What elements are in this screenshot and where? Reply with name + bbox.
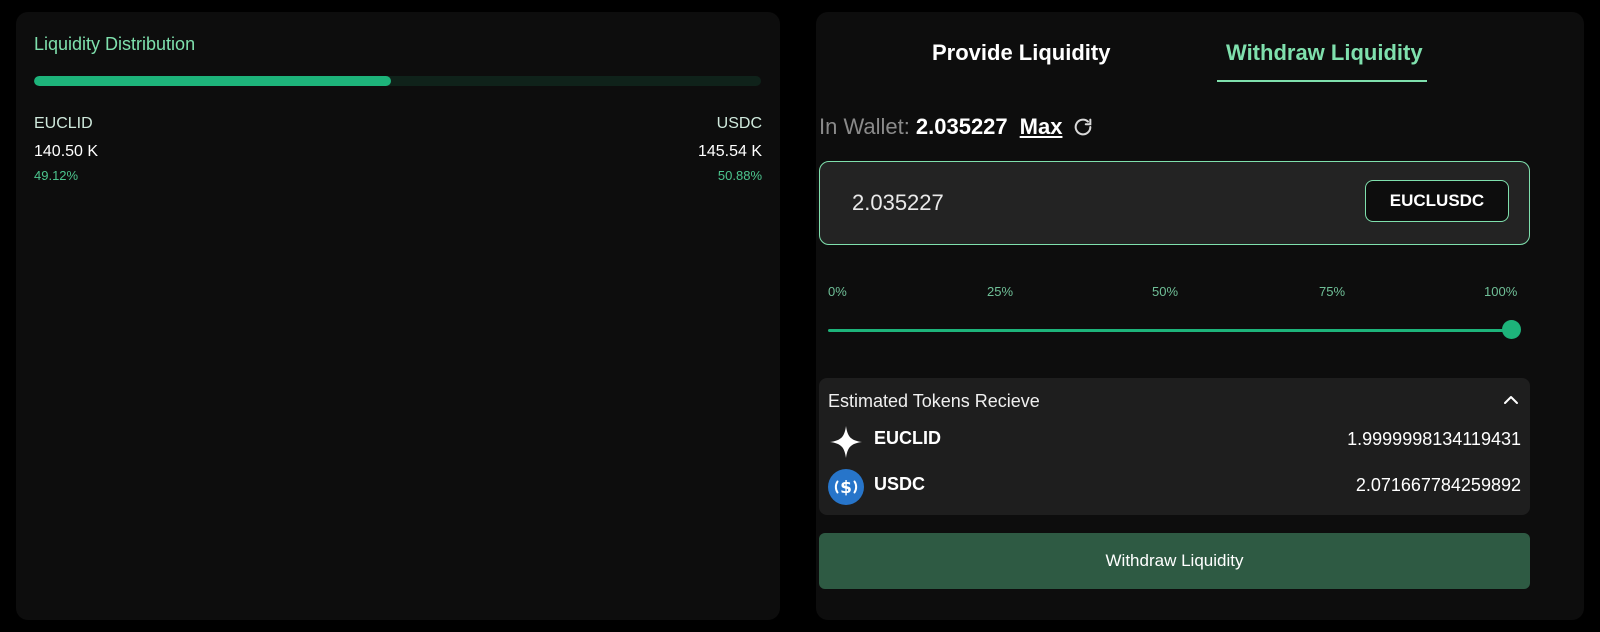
distribution-title: Liquidity Distribution bbox=[34, 34, 196, 54]
sparkle-icon bbox=[828, 424, 864, 460]
chevron-up-icon[interactable] bbox=[1501, 390, 1521, 410]
estimated-tokens-section: Estimated Tokens Recieve EUCLID 1.999999… bbox=[819, 378, 1530, 515]
left-token-percent: 49.12% bbox=[34, 168, 79, 183]
max-button[interactable]: Max bbox=[1020, 114, 1063, 140]
wallet-balance-row: In Wallet: 2.035227 Max bbox=[819, 112, 1094, 142]
percent-slider-handle[interactable] bbox=[1502, 320, 1521, 339]
slider-tick-100[interactable]: 100% bbox=[1484, 284, 1517, 299]
liquidity-action-panel: Provide Liquidity Withdraw Liquidity In … bbox=[816, 12, 1584, 620]
distribution-bar bbox=[34, 76, 761, 86]
wallet-balance-value: 2.035227 bbox=[915, 114, 1008, 139]
active-tab-indicator bbox=[1217, 80, 1427, 82]
lp-token-selector-button[interactable]: EUCLUSDC bbox=[1365, 180, 1509, 222]
estimated-tokens-title: Estimated Tokens Recieve bbox=[828, 391, 1040, 411]
estimate-token-usdc: USDC bbox=[874, 474, 926, 494]
left-token-amount: 140.50 K bbox=[34, 143, 99, 160]
svg-text:$: $ bbox=[840, 478, 852, 498]
distribution-bar-fill bbox=[34, 76, 392, 86]
withdraw-liquidity-button[interactable]: Withdraw Liquidity bbox=[819, 533, 1530, 589]
withdraw-amount-box: EUCLUSDC bbox=[819, 161, 1530, 245]
slider-tick-0[interactable]: 0% bbox=[828, 284, 847, 299]
usdc-icon: $ bbox=[828, 469, 864, 505]
tab-provide-liquidity[interactable]: Provide Liquidity bbox=[932, 40, 1110, 66]
slider-tick-75[interactable]: 75% bbox=[1319, 284, 1345, 299]
right-token-amount: 145.54 K bbox=[697, 143, 762, 160]
slider-tick-50[interactable]: 50% bbox=[1152, 284, 1178, 299]
refresh-icon[interactable] bbox=[1072, 116, 1094, 138]
withdraw-amount-input[interactable] bbox=[850, 184, 1314, 222]
estimate-token-euclid: EUCLID bbox=[874, 428, 941, 448]
right-token-label: USDC bbox=[716, 115, 762, 132]
slider-tick-25[interactable]: 25% bbox=[987, 284, 1013, 299]
tab-withdraw-liquidity[interactable]: Withdraw Liquidity bbox=[1226, 40, 1423, 66]
percent-slider-track[interactable] bbox=[828, 329, 1512, 332]
estimate-value-usdc: 2.071667784259892 bbox=[1355, 475, 1521, 495]
wallet-label: In Wallet: bbox=[819, 114, 910, 139]
estimate-value-euclid: 1.9999998134119431 bbox=[1347, 429, 1521, 449]
left-token-label: EUCLID bbox=[34, 115, 93, 132]
right-token-percent: 50.88% bbox=[717, 168, 762, 183]
liquidity-distribution-panel: Liquidity Distribution EUCLID 140.50 K 4… bbox=[16, 12, 780, 620]
